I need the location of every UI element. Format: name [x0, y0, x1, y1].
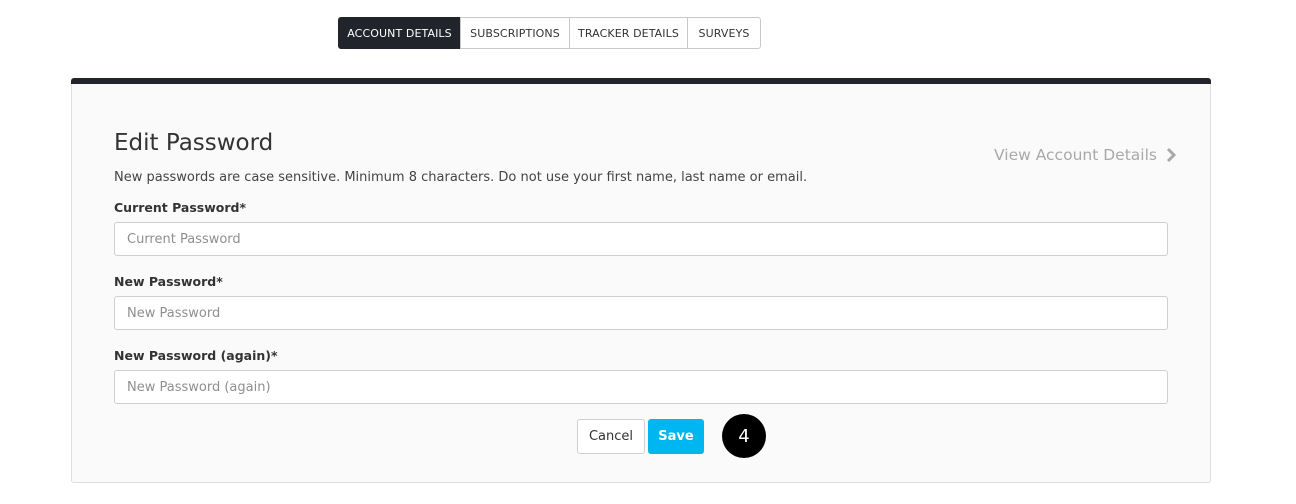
current-password-input[interactable]	[114, 222, 1168, 256]
current-password-label: Current Password*	[114, 200, 247, 215]
account-tabs: ACCOUNT DETAILS SUBSCRIPTIONS TRACKER DE…	[338, 17, 761, 49]
view-account-details-link[interactable]: View Account Details	[994, 146, 1177, 164]
new-password-again-label: New Password (again)*	[114, 348, 278, 363]
save-button[interactable]: Save	[648, 419, 704, 454]
new-password-input[interactable]	[114, 296, 1168, 330]
page-title: Edit Password	[114, 130, 274, 156]
cancel-button[interactable]: Cancel	[577, 419, 645, 454]
new-password-again-input[interactable]	[114, 370, 1168, 404]
tab-account-details[interactable]: ACCOUNT DETAILS	[338, 17, 461, 49]
card-top-border	[71, 78, 1211, 84]
step-number-badge: 4	[722, 414, 766, 458]
edit-password-card: Edit Password View Account Details New p…	[71, 78, 1211, 483]
new-password-label: New Password*	[114, 274, 223, 289]
tab-surveys[interactable]: SURVEYS	[687, 17, 761, 49]
tab-subscriptions[interactable]: SUBSCRIPTIONS	[460, 17, 570, 49]
chevron-right-icon	[1166, 147, 1177, 163]
password-help-text: New passwords are case sensitive. Minimu…	[114, 170, 808, 185]
view-account-details-label: View Account Details	[994, 146, 1157, 164]
tab-tracker-details[interactable]: TRACKER DETAILS	[569, 17, 688, 49]
